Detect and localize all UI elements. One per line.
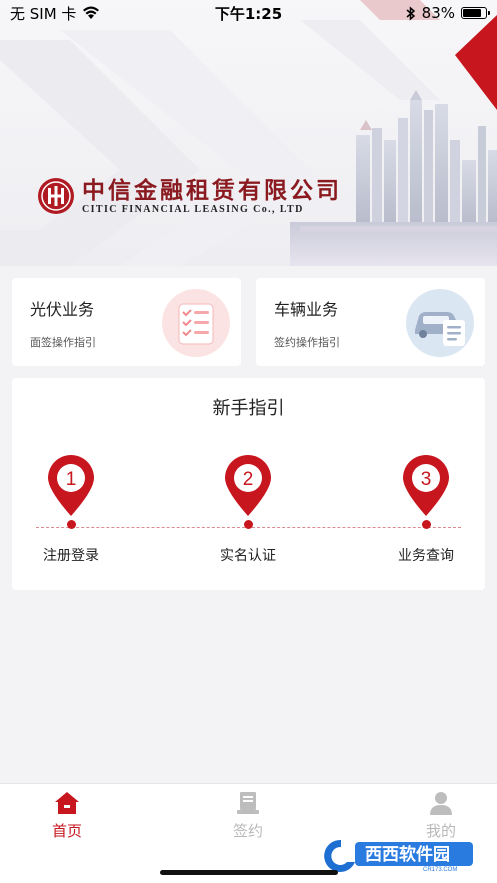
checklist-icon <box>162 289 230 357</box>
carrier-label: 无 SIM 卡 <box>10 4 77 23</box>
hero-banner: 中信金融租赁有限公司 CITIC FINANCIAL LEASING Co., … <box>0 0 497 266</box>
service-title: 光伏业务 <box>30 300 95 319</box>
home-icon <box>55 792 79 814</box>
service-title: 车辆业务 <box>274 300 339 319</box>
guide-title: 新手指引 <box>212 398 285 419</box>
watermark-subtext: CR173.COM <box>423 867 457 873</box>
step-number: 1 <box>66 469 77 490</box>
bluetooth-icon <box>406 5 415 21</box>
car-icon <box>406 289 474 357</box>
beginner-guide: 新手指引 1 注册登录 2 实名认证 3 业务查询 <box>12 378 485 590</box>
step-label: 业务查询 <box>398 548 454 564</box>
watermark-text: 西西软件园 <box>365 844 450 865</box>
company-name-en: CITIC FINANCIAL LEASING Co., LTD <box>82 203 304 215</box>
tab-label: 首页 <box>51 822 82 840</box>
guide-step-verification[interactable]: 2 实名认证 <box>203 452 293 565</box>
step-number: 2 <box>243 469 254 490</box>
guide-step-register[interactable]: 1 注册登录 <box>26 452 116 565</box>
guide-step-query[interactable]: 3 业务查询 <box>381 452 471 565</box>
citic-logo-icon <box>38 178 74 214</box>
location-pin-icon: 3 <box>403 455 449 516</box>
step-number: 3 <box>421 469 432 490</box>
wifi-icon <box>83 6 100 19</box>
service-card-vehicle[interactable]: 车辆业务 签约操作指引 <box>256 278 485 366</box>
service-subtitle: 面签操作指引 <box>30 336 96 349</box>
location-pin-icon: 2 <box>225 455 271 516</box>
tab-home[interactable]: 首页 <box>22 790 112 841</box>
step-dot <box>243 520 253 529</box>
battery-icon <box>461 7 490 19</box>
step-label: 注册登录 <box>43 548 99 564</box>
home-indicator <box>160 870 338 875</box>
user-icon <box>430 792 452 815</box>
step-dot <box>66 520 76 529</box>
banner-background <box>0 0 497 266</box>
tab-label: 签约 <box>232 822 263 840</box>
watermark-logo: 西西软件园 CR173.COM <box>324 839 473 873</box>
company-brand: 中信金融租赁有限公司 CITIC FINANCIAL LEASING Co., … <box>36 176 342 216</box>
step-dot <box>421 520 431 529</box>
tab-sign[interactable]: 签约 <box>203 790 293 841</box>
step-label: 实名认证 <box>220 548 276 564</box>
sign-icon <box>237 792 259 814</box>
service-subtitle: 签约操作指引 <box>274 336 340 349</box>
status-bar: 无 SIM 卡 下午1:25 83% <box>0 0 497 26</box>
location-pin-icon: 1 <box>48 455 94 516</box>
service-card-photovoltaic[interactable]: 光伏业务 面签操作指引 <box>12 278 241 366</box>
battery-percent: 83% <box>421 4 455 22</box>
company-name-cn: 中信金融租赁有限公司 <box>82 176 342 204</box>
